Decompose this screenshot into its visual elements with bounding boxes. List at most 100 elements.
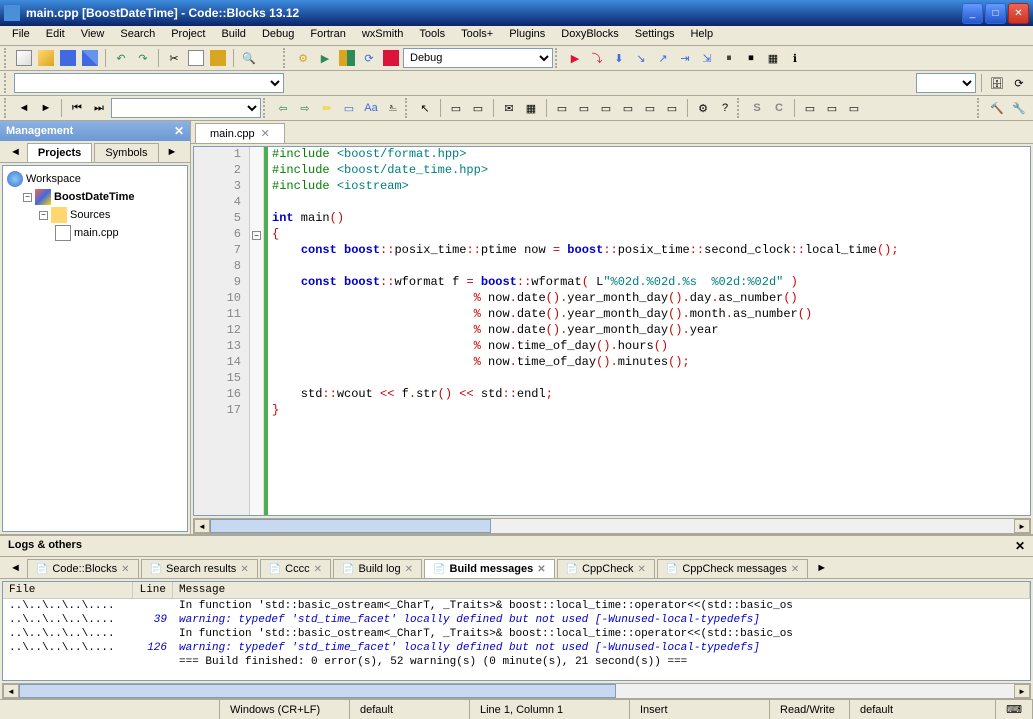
code-content[interactable]: #include <boost/format.hpp>#include <boo… [268, 147, 1030, 515]
code-line[interactable]: % now.date().year_month_day().year [272, 323, 1030, 339]
menu-tools+[interactable]: Tools+ [453, 26, 501, 45]
run-to-cursor-button[interactable]: ⤵ [587, 48, 607, 68]
highlight-icon[interactable]: ✏ [317, 98, 337, 118]
nav-back-button[interactable]: ◄ [14, 98, 34, 118]
copy-button[interactable] [186, 48, 206, 68]
nav-last-button[interactable]: ⏮ [67, 98, 87, 118]
tab-symbols[interactable]: Symbols [94, 143, 158, 162]
doxy5-icon[interactable]: ▭ [640, 98, 660, 118]
col-file[interactable]: File [3, 582, 133, 598]
col-message[interactable]: Message [173, 582, 1030, 598]
build-run-button[interactable] [337, 48, 357, 68]
code-line[interactable]: const boost::posix_time::ptime now = boo… [272, 243, 1030, 259]
code-line[interactable] [272, 371, 1030, 387]
logs-content[interactable]: File Line Message ..\..\..\..\....In fun… [2, 581, 1031, 681]
toolbar-handle[interactable] [4, 48, 10, 68]
code-line[interactable]: std::wcout << f.str() << std::endl; [272, 387, 1030, 403]
tab-close-icon[interactable]: ✕ [314, 564, 322, 575]
build-button[interactable]: ⚙ [293, 48, 313, 68]
code-line[interactable]: % now.time_of_day().hours() [272, 339, 1030, 355]
misc3-icon[interactable]: ▭ [844, 98, 864, 118]
status-lang-icon[interactable]: ⌨ [996, 700, 1033, 719]
letter-s-icon[interactable]: S [747, 98, 767, 118]
toolbar-handle[interactable] [4, 98, 10, 118]
next-instr-button[interactable]: ⇥ [675, 48, 695, 68]
next-icon[interactable]: ⇨ [295, 98, 315, 118]
code-line[interactable] [272, 195, 1030, 211]
editor-hscroll[interactable]: ◄ ► [193, 518, 1031, 534]
build-target-combo[interactable]: Debug [403, 48, 553, 68]
col-line[interactable]: Line [133, 582, 173, 598]
step-into-instr-button[interactable]: ⇲ [697, 48, 717, 68]
fold-mark[interactable]: − [250, 227, 263, 243]
run-button[interactable]: ▶ [315, 48, 335, 68]
menu-fortran[interactable]: Fortran [302, 26, 353, 45]
new-file-button[interactable] [14, 48, 34, 68]
tree-sources[interactable]: − Sources [7, 206, 183, 224]
menu-view[interactable]: View [73, 26, 113, 45]
editor-tab-close-icon[interactable]: ✕ [261, 127, 270, 140]
close-button[interactable]: ✕ [1008, 3, 1029, 24]
project-tree[interactable]: Workspace − BoostDateTime − Sources main… [2, 165, 188, 532]
logs-hscroll[interactable]: ◄ ► [2, 683, 1031, 699]
table-row[interactable]: ..\..\..\..\....39warning: typedef 'std_… [3, 613, 1030, 627]
mail-icon[interactable]: ✉ [499, 98, 519, 118]
paste-button[interactable] [208, 48, 228, 68]
doxy2-icon[interactable]: ▭ [574, 98, 594, 118]
grid-icon[interactable]: ▦ [521, 98, 541, 118]
gear-icon[interactable]: ⚙ [693, 98, 713, 118]
minimize-button[interactable]: _ [962, 3, 983, 24]
debug-run-button[interactable]: ▶ [565, 48, 585, 68]
management-close-icon[interactable]: ✕ [174, 124, 184, 138]
next-line-button[interactable]: ⬇ [609, 48, 629, 68]
prev-icon[interactable]: ⇦ [273, 98, 293, 118]
collapse-icon[interactable]: − [39, 211, 48, 220]
tree-workspace[interactable]: Workspace [7, 170, 183, 188]
select-icon[interactable]: ▭ [339, 98, 359, 118]
debug-windows-button[interactable]: ▦ [763, 48, 783, 68]
toolbar-handle[interactable] [4, 73, 10, 93]
logs-tab-code-blocks[interactable]: 📄Code::Blocks✕ [27, 559, 139, 578]
step-into-button[interactable]: ↘ [631, 48, 651, 68]
misc-combo[interactable] [916, 73, 976, 93]
step-out-button[interactable]: ↗ [653, 48, 673, 68]
menu-build[interactable]: Build [213, 26, 253, 45]
logs-tab-cppcheck-messages[interactable]: 📄CppCheck messages✕ [657, 559, 808, 578]
collapse-icon[interactable]: − [23, 193, 32, 202]
logs-tab-cccc[interactable]: 📄Cccc✕ [260, 559, 331, 578]
case-icon[interactable]: Aa [361, 98, 381, 118]
help-icon[interactable]: ? [715, 98, 735, 118]
code-editor[interactable]: 1234567891011121314151617 − #include <bo… [193, 146, 1031, 516]
replace-button[interactable] [261, 48, 281, 68]
doxy1-icon[interactable]: ▭ [552, 98, 572, 118]
save-all-button[interactable] [80, 48, 100, 68]
tab-close-icon[interactable]: ✕ [121, 564, 129, 575]
tab-close-icon[interactable]: ✕ [637, 564, 645, 575]
abort-button[interactable] [381, 48, 401, 68]
scroll-right-icon[interactable]: ► [1014, 684, 1030, 698]
save-button[interactable] [58, 48, 78, 68]
tab-close-icon[interactable]: ✕ [240, 564, 248, 575]
tab-next-icon[interactable]: ► [161, 143, 184, 162]
cut-button[interactable]: ✂ [164, 48, 184, 68]
code-line[interactable]: int main() [272, 211, 1030, 227]
toolbar-handle[interactable] [263, 98, 269, 118]
code-line[interactable]: { [272, 227, 1030, 243]
logs-close-icon[interactable]: ✕ [1015, 539, 1025, 553]
block-icon[interactable]: ▭ [446, 98, 466, 118]
scroll-right-icon[interactable]: ► [1014, 519, 1030, 533]
table-row[interactable]: === Build finished: 0 error(s), 52 warni… [3, 655, 1030, 669]
menu-settings[interactable]: Settings [627, 26, 683, 45]
toolbar-handle[interactable] [977, 98, 983, 118]
code-line[interactable]: #include <iostream> [272, 179, 1030, 195]
editor-tab-main[interactable]: main.cpp ✕ [195, 123, 285, 143]
menu-tools[interactable]: Tools [411, 26, 453, 45]
menu-search[interactable]: Search [112, 26, 163, 45]
tab-close-icon[interactable]: ✕ [791, 564, 799, 575]
doxy4-icon[interactable]: ▭ [618, 98, 638, 118]
misc1-icon[interactable]: ▭ [800, 98, 820, 118]
cursor-icon[interactable]: ↖ [415, 98, 435, 118]
open-button[interactable] [36, 48, 56, 68]
find-button[interactable]: 🔍 [239, 48, 259, 68]
tab-next-icon[interactable]: ► [810, 559, 833, 578]
